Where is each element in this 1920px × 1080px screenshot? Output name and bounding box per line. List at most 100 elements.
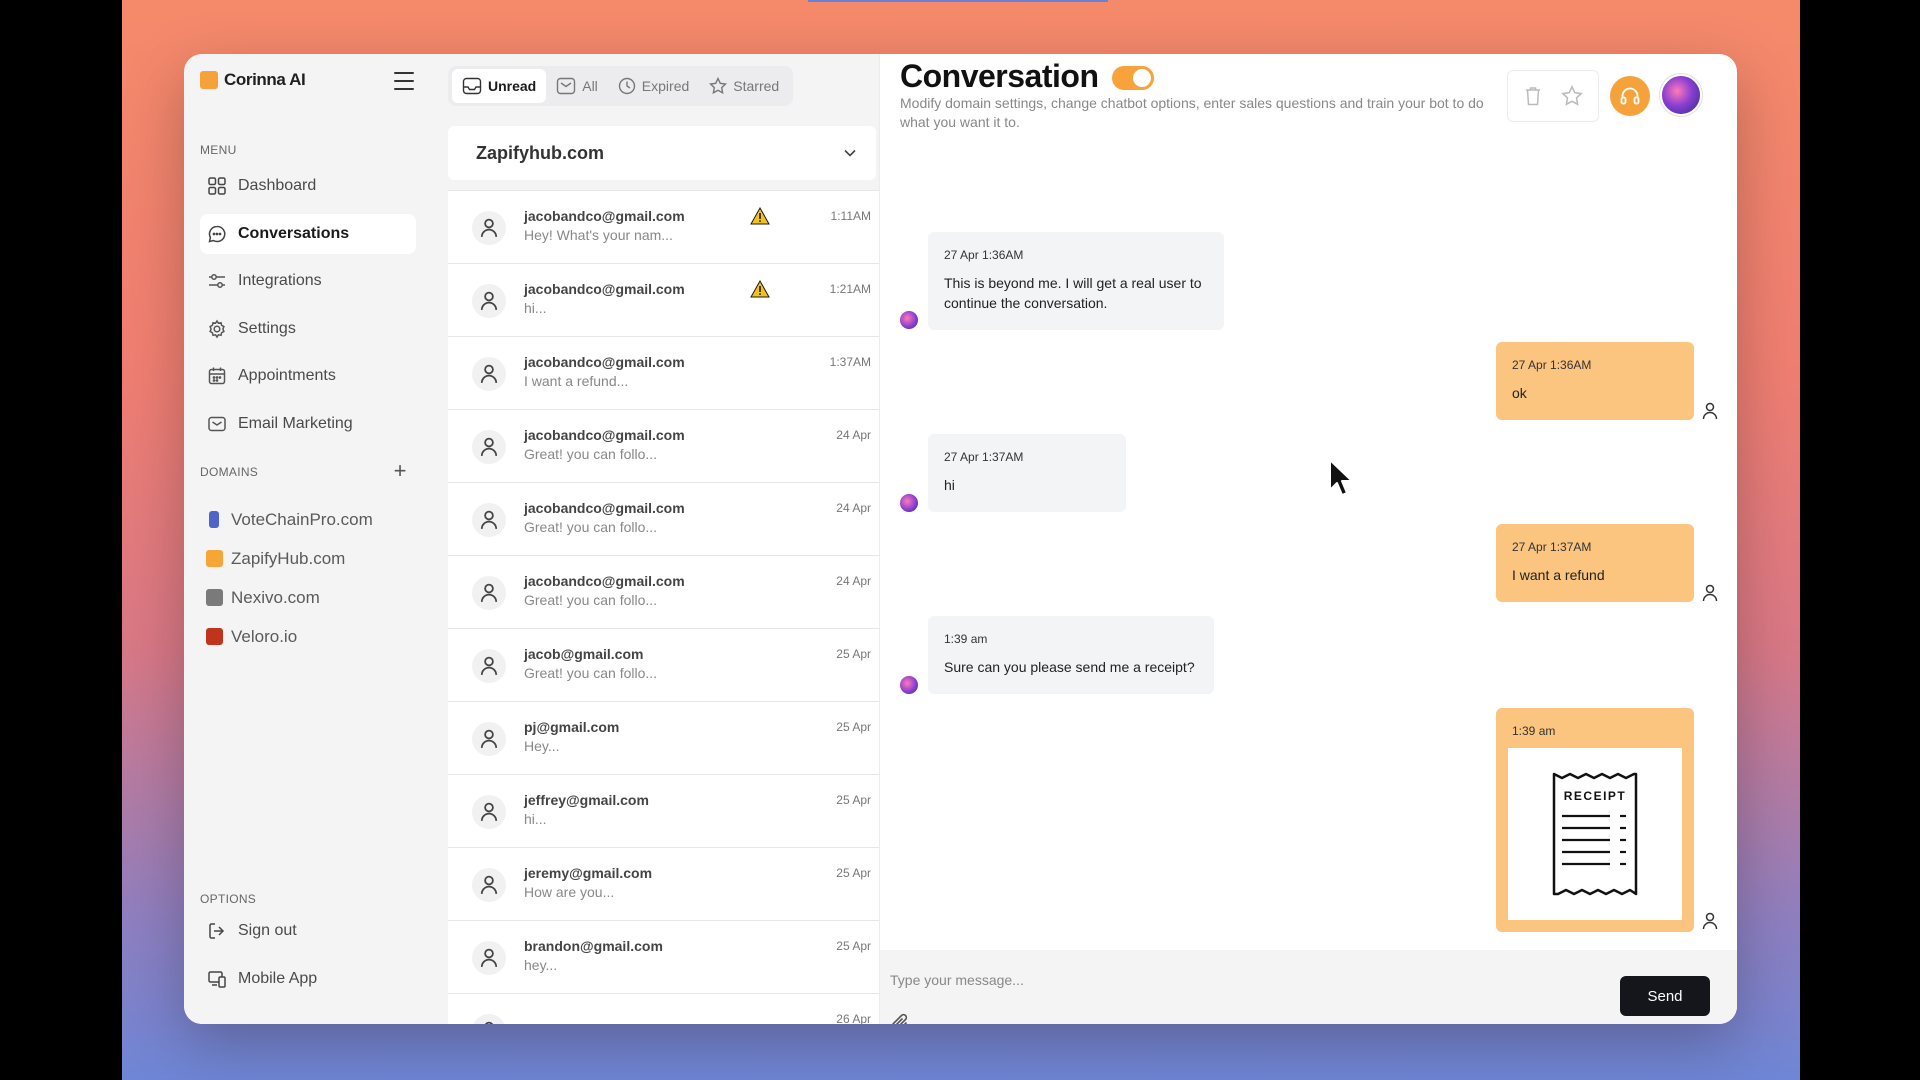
conversation-preview: I want a refund... [524,373,629,389]
conversation-item[interactable]: jacobandco@gmail.com I want a refund... 1:… [448,336,893,409]
tab-expired[interactable]: Expired [608,69,699,103]
conversation-actions [1507,70,1599,122]
screen-background: Corinna AI MENU Dashboard Conversations … [122,0,1800,1080]
hamburger-menu-icon[interactable] [394,72,414,90]
sidebar: Corinna AI MENU Dashboard Conversations … [184,54,432,1024]
domain-select-value: Zapifyhub.com [476,142,605,163]
user-avatar-icon [472,576,506,610]
sidebar-item-conversations[interactable]: Conversations [200,213,416,254]
conversation-email: jacobandco@gmail.com [524,208,685,224]
bot-message: 1:39 am Sure can you please send me a re… [928,616,1214,694]
sidebar-item-email-marketing[interactable]: Email Marketing [200,404,416,444]
conversation-item[interactable]: jacob@gmail.com Great! you can follo... 25… [448,628,893,701]
user-avatar-icon [472,284,506,318]
tab-starred[interactable]: Starred [699,69,789,103]
message-timestamp: 27 Apr 1:36AM [1512,358,1592,372]
conversation-email: jeremy@gmail.com [524,865,653,881]
domain-item-votechainpro[interactable]: VoteChainPro.com [206,500,373,539]
add-domain-icon[interactable]: + [388,460,412,484]
options-nav: Sign out Mobile App [200,911,416,1006]
sidebar-item-label: Appointments [238,367,336,384]
message-input[interactable] [890,968,1470,992]
message-text: This is beyond me. I will get a real use… [944,275,1202,311]
sidebar-item-appointments[interactable]: Appointments [200,356,416,396]
page-title: Conversation [900,58,1099,94]
tab-all[interactable]: All [546,69,608,103]
bot-message: 27 Apr 1:37AM hi [928,434,1126,512]
domain-item-veloro[interactable]: Veloro.io [206,617,373,656]
user-message: 27 Apr 1:37AM I want a refund [1496,524,1694,602]
inbox-tabs: Unread All Expired Starred [448,66,794,106]
tab-label: All [582,78,598,94]
domain-logo-icon [206,628,223,645]
user-message: 27 Apr 1:36AM ok [1496,342,1694,420]
trash-icon[interactable] [1523,85,1543,107]
realtime-toggle[interactable] [1112,66,1154,90]
logo-icon [200,71,218,89]
tab-label: Expired [641,78,690,94]
chat-icon [206,223,228,245]
conversation-item[interactable]: jeremy@gmail.com How are you... 25 Apr [448,847,893,920]
domain-item-nexivo[interactable]: Nexivo.com [206,578,373,617]
menu-section-label: MENU [200,143,237,157]
receipt-attachment[interactable]: RECEIPT [1508,748,1682,920]
domain-select[interactable]: Zapifyhub.com [448,126,876,180]
conversation-email: brandon@gmail.com [524,938,663,954]
conversation-email: jacobandco@gmail.com [524,500,685,516]
mobile-app-button[interactable]: Mobile App [200,959,416,999]
conversation-time: 24 Apr [836,574,871,588]
conversation-time: 24 Apr [836,501,871,515]
conversation-item[interactable]: brandon@gmail.com hey... 25 Apr [448,920,893,993]
star-icon[interactable] [1561,85,1583,107]
headset-icon[interactable] [1610,76,1650,116]
paperclip-icon[interactable] [890,1012,910,1024]
conversation-email: jacobandco@gmail.com [524,354,685,370]
sidebar-item-dashboard[interactable]: Dashboard [200,166,416,206]
receipt-icon: RECEIPT [1552,772,1638,896]
bot-avatar [900,311,918,329]
domain-label: ZapifyHub.com [231,548,346,568]
conversation-list-panel: Unread All Expired Starred Zapifyhub.com [432,54,893,1024]
mouse-cursor-icon [1328,458,1358,503]
domain-logo-icon [206,589,223,606]
sidebar-item-integrations[interactable]: Integrations [200,261,416,301]
inbox-icon [462,77,482,95]
message-timestamp: 27 Apr 1:37AM [944,450,1024,464]
sidebar-item-label: Settings [238,319,296,337]
conversation-time: 25 Apr [836,793,871,807]
receipt-label: RECEIPT [1564,789,1627,803]
conversation-item[interactable]: pj@gmail.com Hey... 25 Apr [448,701,893,774]
sign-out-icon [206,920,228,942]
dashboard-icon [206,175,228,197]
tab-unread[interactable]: Unread [452,69,547,103]
sidebar-item-label: Integrations [238,272,322,289]
message-text: ok [1512,385,1527,401]
conversation-preview: hi... [524,811,547,827]
conversation-item[interactable]: jacobandco@gmail.com Great! you can follo… [448,555,893,628]
conversation-item[interactable]: 26 Apr [448,993,893,1024]
conversation-item[interactable]: jacobandco@gmail.com Great! you can follo… [448,482,893,555]
conversation-email: jacobandco@gmail.com [524,573,685,589]
conversation-item[interactable]: jacobandco@gmail.com hi... 1:21AM [448,263,893,336]
conversation-preview: Great! you can follo... [524,665,658,681]
conversation-email: jacobandco@gmail.com [524,427,685,443]
domain-item-zapifyhub[interactable]: ZapifyHub.com [206,539,373,578]
option-label: Mobile App [238,969,318,987]
options-section-label: OPTIONS [200,892,257,906]
sidebar-item-settings[interactable]: Settings [200,309,416,349]
conversation-item[interactable]: jacobandco@gmail.com Hey! What's your nam… [448,190,893,263]
conversation-preview: Great! you can follo... [524,519,658,535]
user-avatar-icon [472,868,506,902]
send-button[interactable]: Send [1620,976,1710,1016]
conversation-item[interactable]: jeffrey@gmail.com hi... 25 Apr [448,774,893,847]
conversation-item[interactable]: jacobandco@gmail.com Great! you can follo… [448,409,893,482]
sidebar-item-label: Conversations [238,224,350,242]
conversation-time: 25 Apr [836,647,871,661]
conversation-preview: Great! you can follo... [524,446,658,462]
profile-avatar[interactable] [1660,74,1702,116]
warning-icon [750,206,770,230]
sign-out-button[interactable]: Sign out [200,911,416,951]
user-icon [1702,912,1718,930]
chevron-down-icon [844,149,856,157]
star-icon [709,77,728,95]
